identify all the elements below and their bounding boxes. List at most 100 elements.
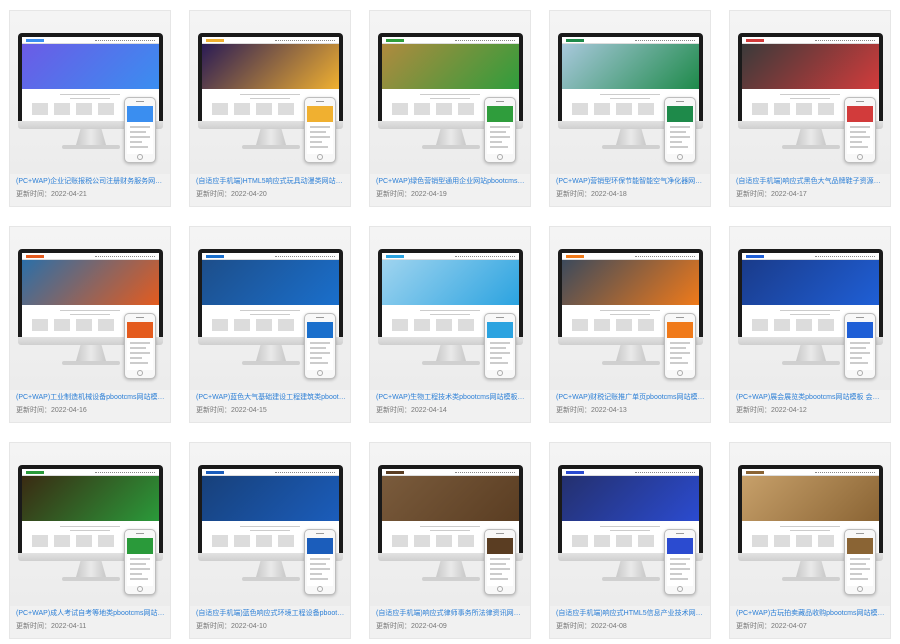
template-title-link[interactable]: (PC+WAP)展会展览类pbootcms网站模板 会展设备舞台 [736, 393, 886, 403]
template-title-link[interactable]: (PC+WAP)成人考试自考等地类pbootcms网站模板 成考 [16, 609, 166, 619]
template-title-link[interactable]: (PC+WAP)企业记账报税公司注册财务服务网站pbootcms [16, 177, 166, 187]
site-logo [206, 471, 224, 474]
update-date: 更新时间：2022-04-18 [556, 191, 627, 198]
site-nav [815, 40, 875, 41]
template-title-link[interactable]: (自适应手机端)蓝色响应式环境工程设备pbootcms网站 [196, 609, 346, 619]
mobile-screen [847, 538, 873, 586]
template-preview-image[interactable] [550, 11, 710, 174]
template-preview-image[interactable] [730, 11, 890, 174]
monitor-stand [616, 345, 646, 361]
template-title-link[interactable]: (自适应手机端)HTML5响应式玩具动漫类网站pbootcms [196, 177, 346, 187]
site-header [202, 37, 339, 44]
template-preview-image[interactable] [550, 227, 710, 390]
template-grid: (PC+WAP)企业记账报税公司注册财务服务网站pbootcms 更新时间：20… [9, 10, 891, 639]
template-title-link[interactable]: (自适应手机端)响应式黑色大气品牌鞋子资源资讯网站pb [736, 177, 886, 187]
monitor-stand [796, 345, 826, 361]
home-button-icon [137, 586, 143, 592]
monitor-base [422, 361, 480, 365]
template-card[interactable]: (自适应手机端)响应式HTML5信息产业技术网站pbootcms 更新时间：20… [549, 442, 711, 639]
mobile-screen [667, 538, 693, 586]
mobile-phone [484, 97, 516, 163]
template-preview-image[interactable] [190, 11, 350, 174]
template-preview-image[interactable] [730, 227, 890, 390]
site-nav [95, 40, 155, 41]
template-title-link[interactable]: (自适应手机端)响应式HTML5信息产业技术网站pbootcms [556, 609, 706, 619]
template-title-link[interactable]: (PC+WAP)蓝色大气基础建设工程建筑类pbootcms网站 [196, 393, 346, 403]
monitor-stand [76, 129, 106, 145]
monitor-base [602, 145, 660, 149]
template-preview-image[interactable] [10, 227, 170, 390]
template-preview-image[interactable] [730, 443, 890, 606]
site-nav [275, 40, 335, 41]
template-card[interactable]: (PC+WAP)财税记账推广单页pbootcms网站模板 财务会 更新时间：20… [549, 226, 711, 423]
template-preview-image[interactable] [370, 443, 530, 606]
site-logo [566, 255, 584, 258]
monitor-stand [436, 129, 466, 145]
template-preview-image[interactable] [550, 443, 710, 606]
site-banner [202, 260, 339, 305]
template-title-link[interactable]: (PC+WAP)生物工程技术类pbootcms网站模板 健康管理 [376, 393, 526, 403]
template-preview-image[interactable] [370, 11, 530, 174]
site-logo [746, 39, 764, 42]
update-date: 更新时间：2022-04-17 [736, 191, 807, 198]
mobile-screen [127, 106, 153, 154]
mobile-screen [127, 538, 153, 586]
template-card[interactable]: (PC+WAP)营销型环保节能智能空气净化器网站pbootcm 更新时间：202… [549, 10, 711, 207]
template-title-link[interactable]: (PC+WAP)财税记账推广单页pbootcms网站模板 财务会 [556, 393, 706, 403]
template-card[interactable]: (PC+WAP)成人考试自考等地类pbootcms网站模板 成考 更新时间：20… [9, 442, 171, 639]
template-card[interactable]: (PC+WAP)工业制造机械设备pbootcms网站模板 橙色大 更新时间：20… [9, 226, 171, 423]
mobile-phone [124, 97, 156, 163]
mobile-screen [847, 322, 873, 370]
template-preview-image[interactable] [190, 443, 350, 606]
update-date: 更新时间：2022-04-19 [376, 191, 447, 198]
template-title-link[interactable]: (PC+WAP)营销型环保节能智能空气净化器网站pbootcm [556, 177, 706, 187]
mobile-phone [124, 313, 156, 379]
template-card[interactable]: (自适应手机端)蓝色响应式环境工程设备pbootcms网站 更新时间：2022-… [189, 442, 351, 639]
template-preview-image[interactable] [10, 11, 170, 174]
template-card[interactable]: (PC+WAP)蓝色大气基础建设工程建筑类pbootcms网站 更新时间：202… [189, 226, 351, 423]
template-title-link[interactable]: (PC+WAP)工业制造机械设备pbootcms网站模板 橙色大 [16, 393, 166, 403]
monitor-stand [796, 129, 826, 145]
update-date: 更新时间：2022-04-12 [736, 407, 807, 414]
template-preview-image[interactable] [10, 443, 170, 606]
template-card[interactable]: (PC+WAP)生物工程技术类pbootcms网站模板 健康管理 更新时间：20… [369, 226, 531, 423]
monitor-base [602, 577, 660, 581]
template-preview-image[interactable] [190, 227, 350, 390]
mobile-screen [487, 322, 513, 370]
site-banner [382, 476, 519, 521]
home-button-icon [677, 370, 683, 376]
update-date: 更新时间：2022-04-11 [16, 623, 87, 630]
home-button-icon [497, 154, 503, 160]
site-logo [566, 39, 584, 42]
mobile-phone [844, 313, 876, 379]
template-card[interactable]: (自适应手机端)响应式黑色大气品牌鞋子资源资讯网站pb 更新时间：2022-04… [729, 10, 891, 207]
template-card[interactable]: (PC+WAP)绿色营销型通用企业网站pbootcms模板 工业 更新时间：20… [369, 10, 531, 207]
site-banner [562, 476, 699, 521]
monitor-base [422, 577, 480, 581]
site-nav [635, 472, 695, 473]
site-nav [635, 40, 695, 41]
template-title-link[interactable]: (PC+WAP)古玩拍卖藏品收购pbootcms网站模板 古董典当 [736, 609, 886, 619]
monitor-base [62, 577, 120, 581]
template-card[interactable]: (PC+WAP)企业记账报税公司注册财务服务网站pbootcms 更新时间：20… [9, 10, 171, 207]
monitor-base [242, 577, 300, 581]
update-date: 更新时间：2022-04-20 [196, 191, 267, 198]
mobile-phone [304, 97, 336, 163]
template-title-link[interactable]: (自适应手机端)响应式律师事务所法律资讯网站pbootcms [376, 609, 526, 619]
site-banner [202, 476, 339, 521]
template-card[interactable]: (自适应手机端)HTML5响应式玩具动漫类网站pbootcms 更新时间：202… [189, 10, 351, 207]
site-nav [815, 472, 875, 473]
update-date: 更新时间：2022-04-14 [376, 407, 447, 414]
site-banner [742, 44, 879, 89]
template-card[interactable]: (自适应手机端)响应式律师事务所法律资讯网站pbootcms 更新时间：2022… [369, 442, 531, 639]
home-button-icon [317, 370, 323, 376]
template-card[interactable]: (PC+WAP)展会展览类pbootcms网站模板 会展设备舞台 更新时间：20… [729, 226, 891, 423]
mobile-phone [844, 529, 876, 595]
site-logo [206, 39, 224, 42]
site-header [382, 253, 519, 260]
site-nav [635, 256, 695, 257]
template-card[interactable]: (PC+WAP)古玩拍卖藏品收购pbootcms网站模板 古董典当 更新时间：2… [729, 442, 891, 639]
template-title-link[interactable]: (PC+WAP)绿色营销型通用企业网站pbootcms模板 工业 [376, 177, 526, 187]
template-preview-image[interactable] [370, 227, 530, 390]
site-logo [26, 255, 44, 258]
